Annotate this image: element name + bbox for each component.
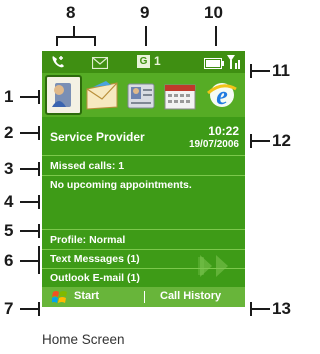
calendar-icon[interactable] xyxy=(162,77,196,113)
leader-8-left xyxy=(56,36,58,46)
appointments-text: No upcoming appointments. xyxy=(50,179,192,191)
leader-4-tick xyxy=(38,195,40,209)
phone-contact-icon[interactable] xyxy=(45,75,82,115)
callout-9: 9 xyxy=(140,3,150,22)
leader-3 xyxy=(20,168,40,170)
gprs-icon: G xyxy=(137,55,150,68)
leader-1-tick xyxy=(38,90,40,104)
battery-icon xyxy=(204,56,224,74)
leader-5-tick xyxy=(38,224,40,238)
leader-1 xyxy=(20,96,40,98)
separator xyxy=(42,175,245,176)
leader-11-tick xyxy=(250,64,252,78)
clock-time: 10:22 xyxy=(208,124,239,138)
leader-13 xyxy=(250,308,270,310)
leader-12 xyxy=(250,140,270,142)
callout-3: 3 xyxy=(4,159,14,178)
leader-2-tick xyxy=(38,126,40,140)
contact-card-icon[interactable] xyxy=(124,77,157,113)
line-indicator: 1 xyxy=(154,54,161,68)
leader-6 xyxy=(20,260,40,262)
profile-text: Profile: Normal xyxy=(50,234,126,246)
callout-1: 1 xyxy=(4,87,14,106)
callout-7: 7 xyxy=(4,299,14,318)
outlook-email-text: Outlook E-mail (1) xyxy=(50,272,140,284)
softkey-divider xyxy=(144,291,145,303)
leader-4 xyxy=(20,201,40,203)
callout-6: 6 xyxy=(4,251,14,270)
leader-9 xyxy=(145,26,147,46)
callout-12: 12 xyxy=(272,131,291,150)
leader-8-stem xyxy=(73,26,75,36)
callout-11: 11 xyxy=(272,61,290,80)
service-provider-name: Service Provider xyxy=(50,130,145,144)
status-bar: G 1 xyxy=(42,51,245,73)
callout-10: 10 xyxy=(204,3,223,22)
leader-10 xyxy=(215,26,217,46)
leader-2 xyxy=(20,132,40,134)
phone-screen: G 1 e Service Provider 10:22 19/07/2006 … xyxy=(42,51,245,307)
start-softkey[interactable]: Start xyxy=(74,290,99,302)
leader-7-tick xyxy=(38,302,40,316)
leader-11 xyxy=(250,70,270,72)
windows-mobile-watermark-icon xyxy=(196,247,240,290)
separator xyxy=(42,229,245,230)
call-history-softkey[interactable]: Call History xyxy=(160,290,221,302)
profile-item[interactable]: Profile: Normal xyxy=(42,232,245,248)
leader-6-tick xyxy=(38,246,40,274)
service-provider-row[interactable]: Service Provider 10:22 19/07/2006 xyxy=(42,119,245,155)
appointments-item[interactable]: No upcoming appointments. xyxy=(42,177,245,229)
leader-12-tick xyxy=(250,134,252,148)
text-messages-text: Text Messages (1) xyxy=(50,253,140,265)
leader-13-tick xyxy=(250,302,252,316)
leader-3-tick xyxy=(38,162,40,176)
callout-2: 2 xyxy=(4,123,14,142)
callout-8: 8 xyxy=(66,3,76,22)
windows-start-icon xyxy=(51,289,68,307)
messaging-envelope-icon[interactable] xyxy=(84,77,118,113)
soft-key-bar: Start Call History xyxy=(42,287,245,307)
leader-7 xyxy=(20,308,40,310)
missed-calls-text: Missed calls: 1 xyxy=(50,160,125,172)
callout-13: 13 xyxy=(272,299,291,318)
call-status-icon xyxy=(50,54,66,75)
callout-4: 4 xyxy=(4,192,14,211)
leader-5 xyxy=(20,230,40,232)
separator xyxy=(42,155,245,156)
leader-8-right xyxy=(94,36,96,46)
missed-calls-item[interactable]: Missed calls: 1 xyxy=(42,158,245,174)
internet-explorer-icon[interactable]: e xyxy=(204,77,237,113)
clock-date: 19/07/2006 xyxy=(188,139,239,150)
message-envelope-icon xyxy=(91,56,109,74)
leader-8-bar xyxy=(56,36,96,38)
signal-strength-icon xyxy=(226,54,242,75)
callout-5: 5 xyxy=(4,221,14,240)
figure-caption: Home Screen xyxy=(42,332,125,347)
